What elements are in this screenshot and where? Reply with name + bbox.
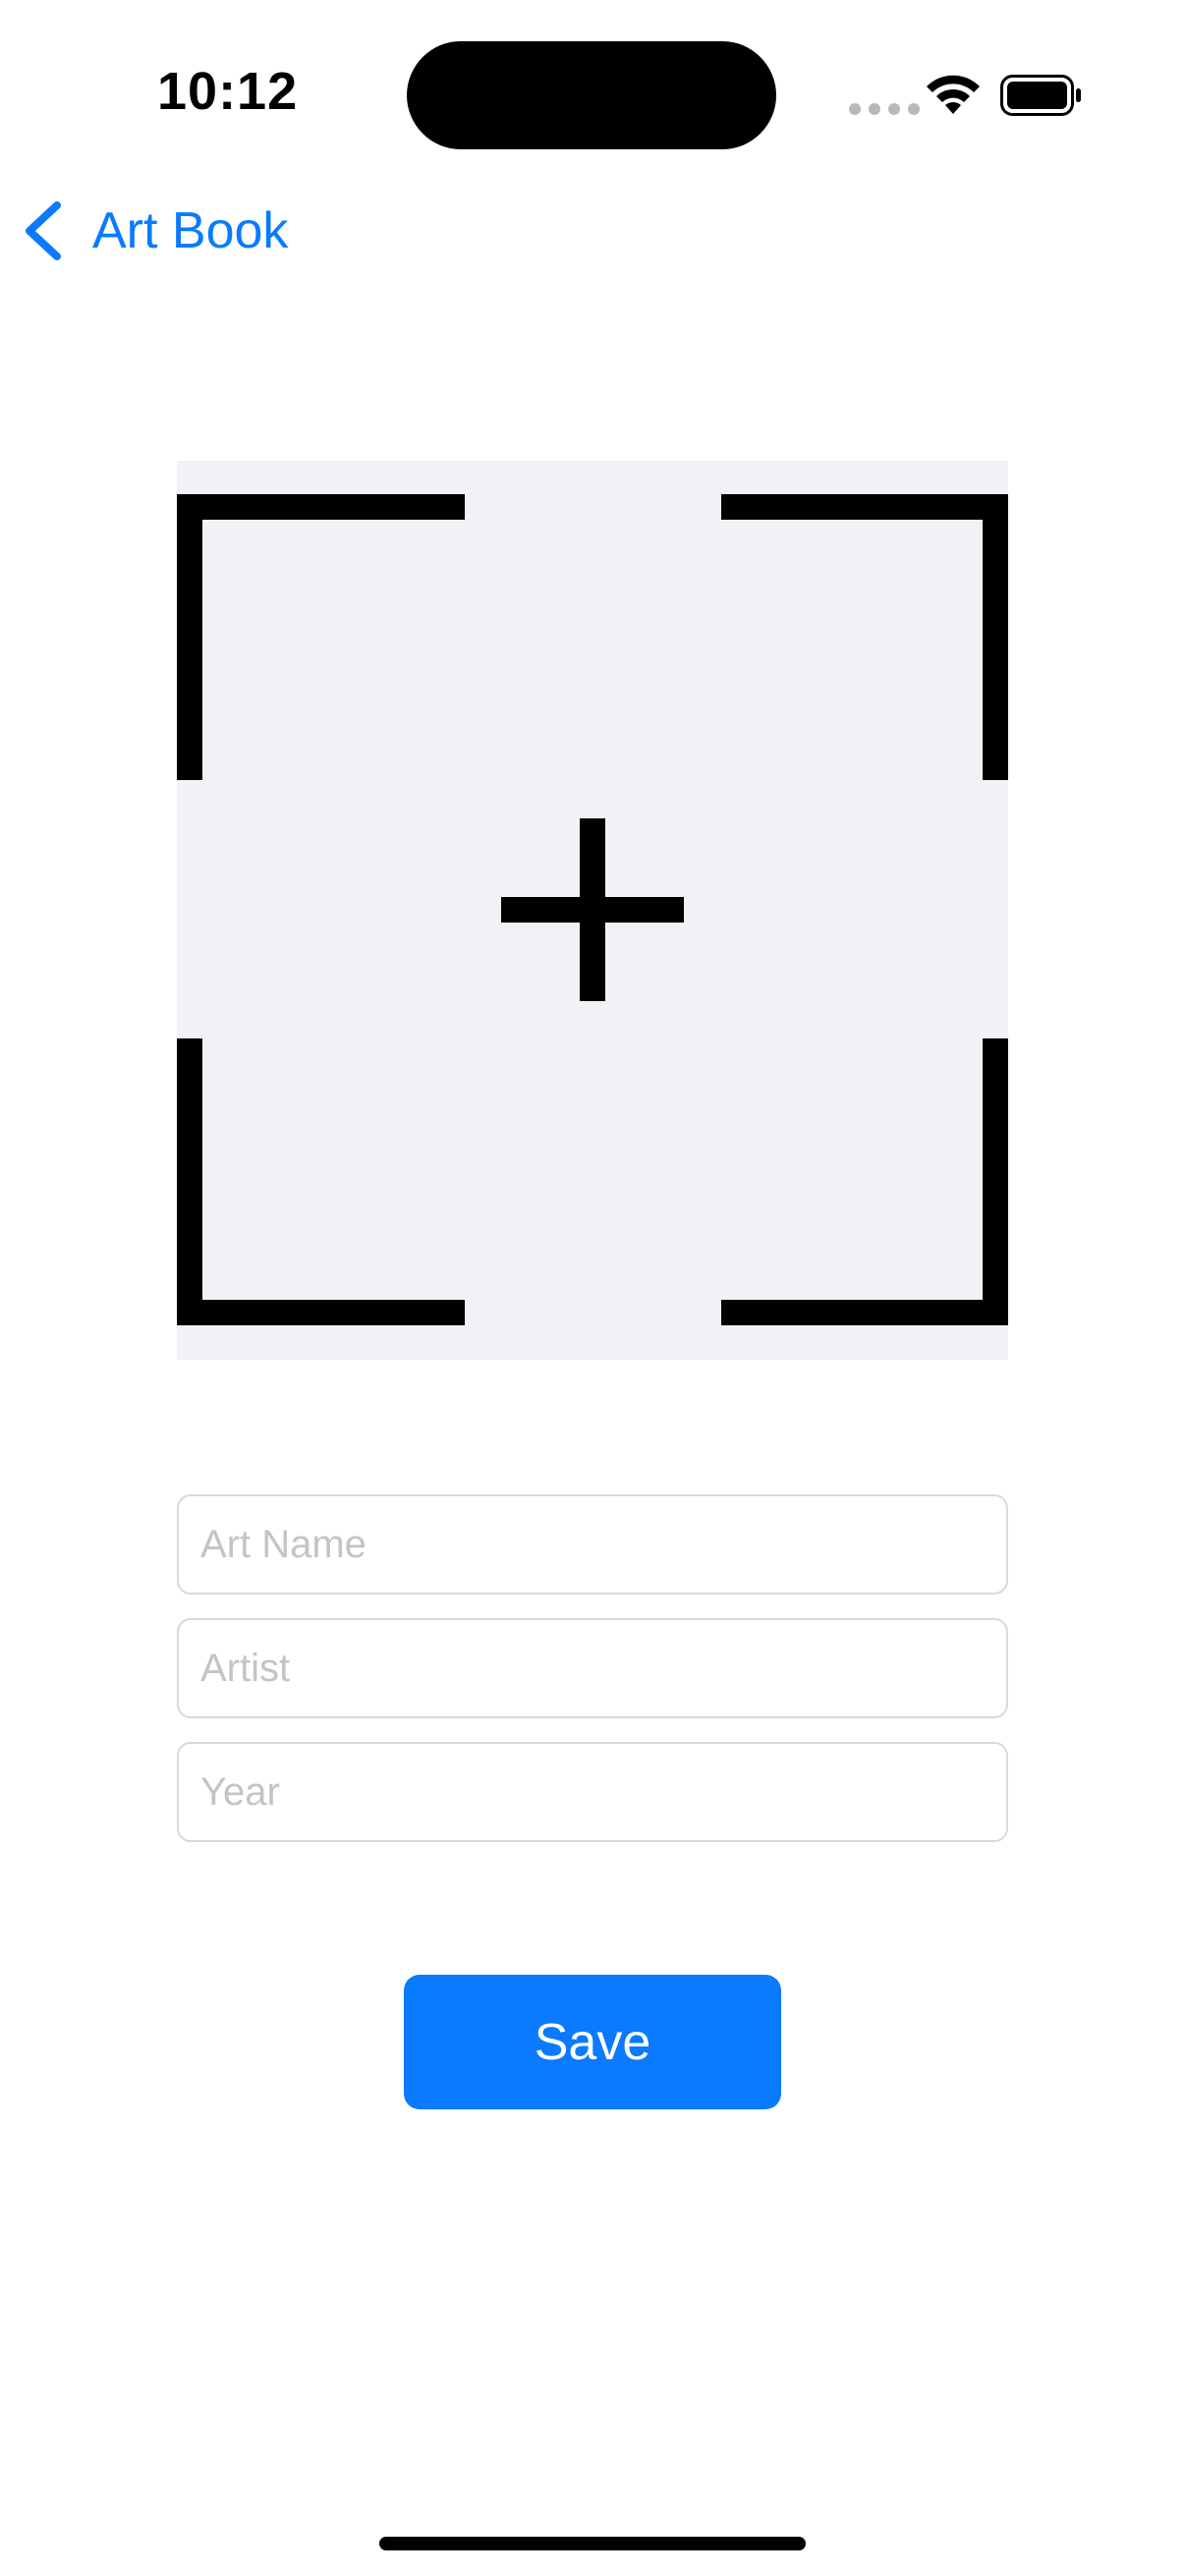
dynamic-island — [407, 41, 776, 149]
year-field[interactable] — [177, 1742, 1008, 1842]
chevron-left-icon — [26, 201, 61, 260]
home-indicator[interactable] — [379, 2537, 806, 2550]
artist-field[interactable] — [177, 1618, 1008, 1718]
wifi-icon — [927, 75, 980, 114]
status-time: 10:12 — [157, 62, 299, 121]
cellular-signal-icon — [849, 103, 920, 115]
art-name-field[interactable] — [177, 1494, 1008, 1595]
image-picker[interactable] — [177, 461, 1008, 1360]
back-button[interactable]: Art Book — [22, 196, 288, 265]
screen: 10:12 Art Book Art Name Artist Year Save — [0, 0, 1185, 2576]
add-photo-icon — [177, 494, 1008, 1325]
save-button[interactable]: Save — [404, 1975, 781, 2109]
battery-icon — [1000, 75, 1081, 116]
back-button-label: Art Book — [92, 202, 289, 259]
